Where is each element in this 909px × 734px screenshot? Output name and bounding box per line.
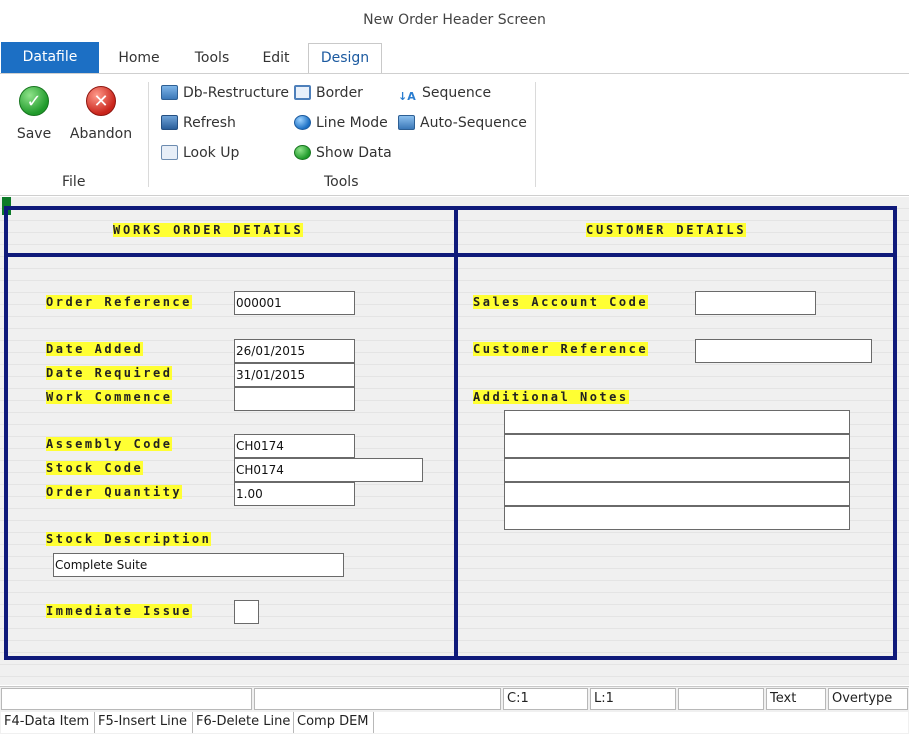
abandon-label: Abandon (69, 126, 133, 142)
db-restructure-label: Db-Restructure (183, 85, 289, 101)
ribbon-separator (535, 82, 536, 187)
additional-notes-line[interactable] (504, 410, 850, 434)
ribbon-tabs: Datafile Home Tools Edit Design (0, 42, 909, 74)
status-cell-empty (374, 712, 908, 733)
status-cell-blank (678, 688, 764, 710)
check-circle-icon: ✓ (19, 86, 49, 116)
assembly-code-field[interactable]: CH0174 (234, 434, 355, 458)
x-circle-icon: ✕ (86, 86, 116, 116)
date-required-label: Date Required (46, 366, 173, 380)
sort-az-icon: ↓A (398, 90, 416, 103)
abandon-button[interactable]: ✕ Abandon (68, 86, 134, 142)
additional-notes-line[interactable] (504, 458, 850, 482)
tab-design[interactable]: Design (308, 43, 382, 74)
db-restructure-button[interactable]: Db-Restructure (161, 82, 289, 104)
tab-tools[interactable]: Tools (186, 44, 238, 73)
auto-sequence-icon (398, 115, 415, 130)
database-icon (161, 85, 178, 100)
f6-delete-line-key[interactable]: F6-Delete Line (193, 712, 294, 733)
stock-description-label: Stock Description (46, 532, 212, 546)
line-mode-label: Line Mode (316, 115, 388, 131)
order-reference-field[interactable]: 000001 (234, 291, 355, 315)
f4-data-item-key[interactable]: F4-Data Item (1, 712, 95, 733)
header-divider (4, 253, 897, 257)
works-order-heading: WORKS ORDER DETAILS (113, 223, 304, 237)
date-added-label: Date Added (46, 342, 144, 356)
tab-edit[interactable]: Edit (253, 44, 299, 73)
show-data-icon (294, 145, 311, 160)
tab-datafile[interactable]: Datafile (1, 42, 99, 73)
status-cell-line: L:1 (590, 688, 676, 710)
show-data-button[interactable]: Show Data (294, 142, 392, 164)
customer-reference-field[interactable] (695, 339, 872, 363)
status-cell-mode: Text (766, 688, 826, 710)
work-commence-label: Work Commence (46, 390, 173, 404)
window-title: New Order Header Screen (363, 12, 546, 28)
status-cell-overtype: Overtype (828, 688, 908, 710)
immediate-issue-label: Immediate Issue (46, 604, 192, 618)
refresh-label: Refresh (183, 115, 236, 131)
immediate-issue-field[interactable] (234, 600, 259, 624)
work-commence-field[interactable] (234, 387, 355, 411)
look-up-button[interactable]: Look Up (161, 142, 239, 164)
border-button[interactable]: Border (294, 82, 363, 104)
status-cell-message (1, 688, 252, 710)
refresh-icon (161, 115, 178, 130)
customer-details-heading: CUSTOMER DETAILS (586, 223, 747, 237)
auto-sequence-button[interactable]: Auto-Sequence (398, 112, 527, 134)
line-mode-icon (294, 115, 311, 130)
line-mode-button[interactable]: Line Mode (294, 112, 388, 134)
sequence-button[interactable]: ↓A Sequence (398, 82, 491, 104)
order-quantity-label: Order Quantity (46, 485, 183, 499)
sales-account-code-label: Sales Account Code (473, 295, 649, 309)
order-quantity-field[interactable]: 1.00 (234, 482, 355, 506)
tools-group-label: Tools (324, 174, 359, 190)
ribbon-separator (148, 82, 149, 187)
stock-description-field[interactable]: Complete Suite (53, 553, 344, 577)
f5-insert-line-key[interactable]: F5-Insert Line (95, 712, 193, 733)
assembly-code-label: Assembly Code (46, 437, 173, 451)
file-group-label: File (62, 174, 86, 190)
sales-account-code-field[interactable] (695, 291, 816, 315)
customer-reference-label: Customer Reference (473, 342, 649, 356)
tab-home[interactable]: Home (110, 44, 168, 73)
company-indicator: Comp DEM (294, 712, 374, 733)
additional-notes-line[interactable] (504, 506, 850, 530)
save-label: Save (16, 126, 52, 142)
ribbon: ✓ Save ✕ Abandon File Db-Restructure Ref… (0, 73, 909, 196)
status-cell-info (254, 688, 501, 710)
show-data-label: Show Data (316, 145, 392, 161)
date-required-field[interactable]: 31/01/2015 (234, 363, 355, 387)
additional-notes-line[interactable] (504, 434, 850, 458)
refresh-button[interactable]: Refresh (161, 112, 236, 134)
date-added-field[interactable]: 26/01/2015 (234, 339, 355, 363)
lookup-icon (161, 145, 178, 160)
stock-code-field[interactable]: CH0174 (234, 458, 423, 482)
stock-code-label: Stock Code (46, 461, 144, 475)
border-label: Border (316, 85, 363, 101)
status-cell-column: C:1 (503, 688, 588, 710)
save-button[interactable]: ✓ Save (14, 86, 54, 142)
border-icon (294, 85, 311, 100)
additional-notes-label: Additional Notes (473, 390, 629, 404)
auto-sequence-label: Auto-Sequence (420, 115, 527, 131)
sequence-label: Sequence (422, 85, 492, 101)
order-reference-label: Order Reference (46, 295, 192, 309)
title-bar: New Order Header Screen (0, 0, 909, 42)
look-up-label: Look Up (183, 145, 240, 161)
additional-notes-line[interactable] (504, 482, 850, 506)
column-divider (454, 206, 458, 660)
